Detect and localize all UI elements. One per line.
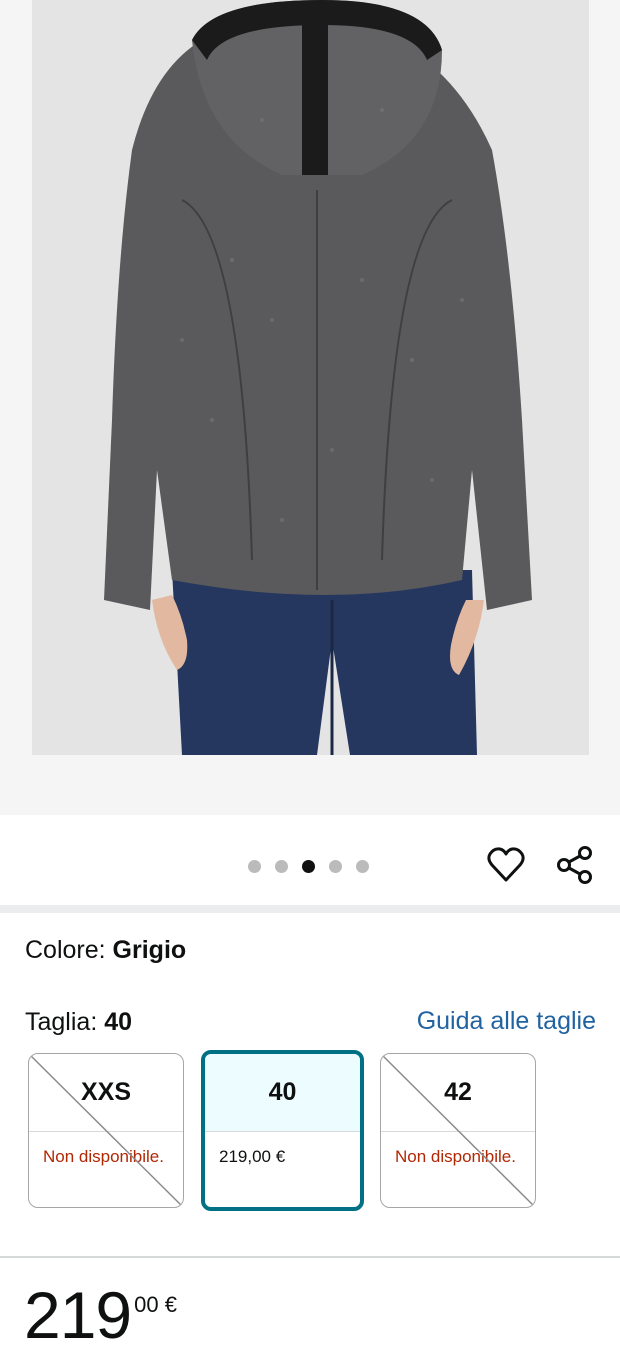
share-button[interactable] [555, 845, 595, 885]
product-price: 219 00 € [24, 1282, 177, 1348]
size-guide-link[interactable]: Guida alle taglie [417, 1007, 596, 1036]
size-value: 40 [104, 1008, 133, 1036]
size-option-xxs[interactable]: XXS Non disponibile. [28, 1053, 184, 1208]
pagination-dot[interactable] [329, 860, 342, 873]
size-option-42[interactable]: 42 Non disponibile. [380, 1053, 536, 1208]
product-photo[interactable] [32, 0, 589, 755]
size-option-status: Non disponibile. [395, 1147, 516, 1166]
pagination-dot[interactable] [248, 860, 261, 873]
section-divider [0, 905, 620, 913]
price-whole: 219 [24, 1278, 132, 1352]
color-value: Grigio [112, 936, 187, 964]
size-option-status: Non disponibile. [43, 1147, 164, 1166]
size-option-40[interactable]: 40 219,00 € [201, 1050, 364, 1211]
image-pagination[interactable] [248, 860, 369, 873]
pagination-dot[interactable] [356, 860, 369, 873]
product-image-area[interactable] [0, 0, 620, 815]
color-selection: Colore: Grigio [25, 936, 186, 965]
size-option-label: XXS [29, 1054, 183, 1132]
jacket-back-image [32, 0, 589, 755]
wishlist-button[interactable] [486, 845, 526, 885]
color-label: Colore: [25, 936, 106, 964]
heart-icon [487, 847, 525, 882]
size-label: Taglia: [25, 1008, 98, 1036]
pagination-dot[interactable] [275, 860, 288, 873]
size-option-price: 219,00 € [219, 1147, 286, 1166]
size-option-label: 40 [205, 1054, 360, 1132]
gallery-controls [0, 815, 620, 905]
size-option-label: 42 [381, 1054, 535, 1132]
pagination-dot-active[interactable] [302, 860, 315, 873]
size-selection: Taglia: 40 [25, 1008, 132, 1037]
price-divider [0, 1256, 620, 1258]
price-fraction: 00 € [134, 1292, 177, 1317]
share-icon [557, 846, 592, 884]
